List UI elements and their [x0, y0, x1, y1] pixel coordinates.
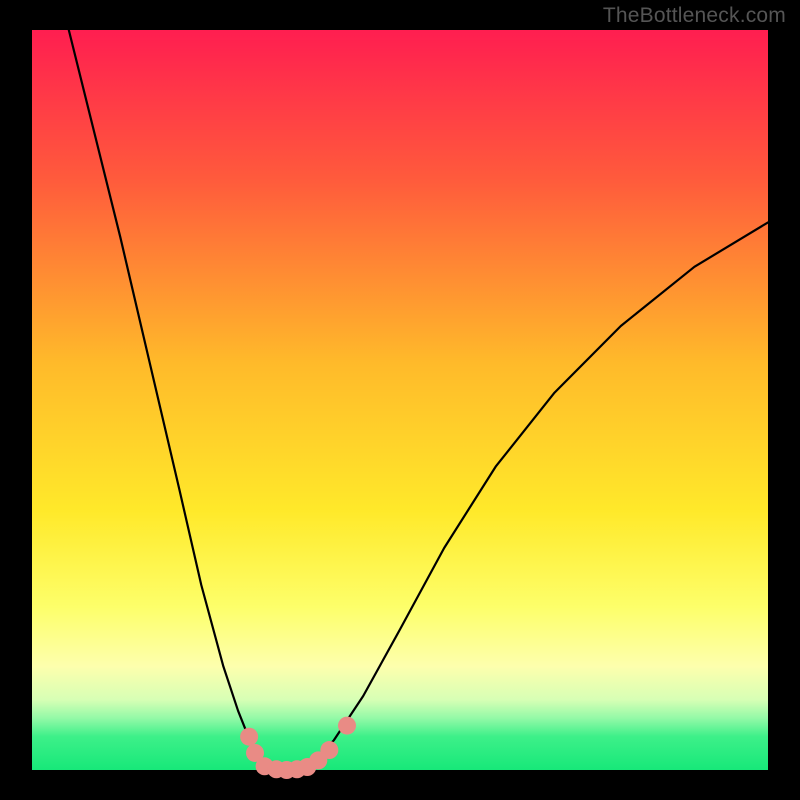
trough-marker-dot — [338, 717, 356, 735]
chart-frame: TheBottleneck.com — [0, 0, 800, 800]
watermark-text: TheBottleneck.com — [603, 4, 786, 28]
trough-marker-dot — [240, 728, 258, 746]
chart-svg — [0, 0, 800, 800]
trough-marker-dot — [320, 741, 338, 759]
gradient-background — [32, 30, 768, 770]
